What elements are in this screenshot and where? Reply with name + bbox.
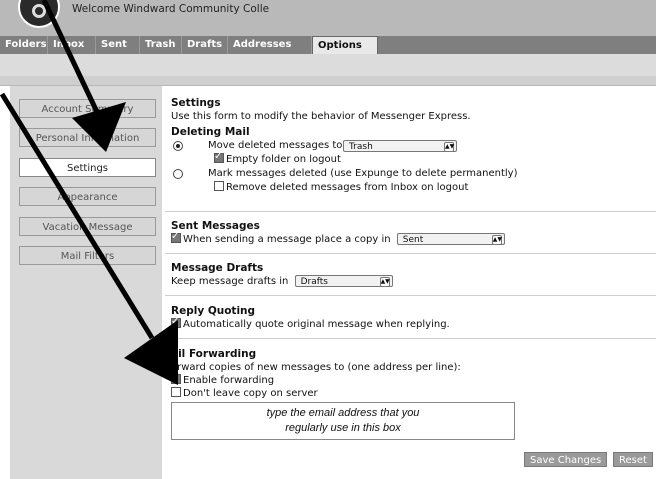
drafts-folder-value: Drafts (300, 277, 328, 287)
forwarding-description: orward copies of new messages to (one ad… (171, 362, 461, 373)
options-sidebar: Account Summary Personal Information Set… (10, 86, 162, 479)
app-header: Welcome Windward Community Colle (0, 0, 656, 36)
dont-leave-copy-checkbox[interactable] (171, 387, 181, 397)
sidebar-item-appearance[interactable]: Appearance (19, 187, 156, 206)
empty-folder-checkbox[interactable] (214, 150, 224, 163)
sent-folder-value: Sent (402, 235, 424, 245)
tab-drafts[interactable]: Drafts (182, 36, 228, 54)
college-logo-icon (18, 0, 60, 28)
reply-quoting-heading: Reply Quoting (171, 305, 256, 317)
settings-description: Use this form to modify the behavior of … (171, 111, 471, 122)
mark-deleted-radio[interactable] (173, 169, 183, 179)
tab-sent[interactable]: Sent (96, 36, 140, 54)
mail-forwarding-heading: ail Forwarding (171, 348, 257, 360)
auto-quote-checkbox[interactable] (171, 315, 181, 328)
auto-quote-label: Automatically quote original message whe… (183, 319, 450, 330)
save-copy-label: When sending a message place a copy in (183, 234, 391, 245)
sidebar-item-personal-information[interactable]: Personal Information (19, 128, 156, 147)
address-hint-line1: type the email address that you (266, 407, 420, 419)
mark-deleted-label: Mark messages deleted (use Expunge to de… (208, 168, 518, 179)
sidebar-item-account-summary[interactable]: Account Summary (19, 99, 156, 118)
select-arrow-icon: ▲▼ (379, 277, 390, 287)
save-changes-button[interactable]: Save Changes (524, 452, 607, 467)
trash-folder-value: Trash (349, 142, 373, 152)
select-arrow-icon: ▲▼ (444, 142, 455, 152)
message-drafts-heading: Message Drafts (171, 262, 264, 274)
sidebar-item-vacation-message[interactable]: Vacation Message (19, 217, 156, 236)
deleting-mail-heading: Deleting Mail (171, 126, 250, 138)
enable-forwarding-label: Enable forwarding (183, 375, 275, 386)
remove-deleted-label: Remove deleted messages from Inbox on lo… (226, 182, 469, 193)
address-hint-line2: regularly use in this box (285, 422, 401, 434)
tab-trash[interactable]: Trash (140, 36, 182, 54)
select-arrow-icon: ▲▼ (491, 235, 502, 245)
remove-deleted-checkbox[interactable] (214, 181, 224, 191)
section-divider (165, 338, 656, 339)
toolbar-strip (0, 54, 656, 76)
enable-forwarding-checkbox[interactable] (171, 371, 181, 384)
save-copy-checkbox[interactable] (171, 230, 181, 243)
tab-options[interactable]: Options (312, 36, 378, 54)
trash-folder-select[interactable]: Trash ▲▼ (343, 140, 457, 152)
sent-messages-heading: Sent Messages (171, 220, 260, 232)
tab-inbox[interactable]: Inbox (48, 36, 96, 54)
settings-heading: Settings (171, 97, 221, 109)
drafts-folder-select[interactable]: Drafts ▲▼ (294, 275, 393, 287)
section-divider (165, 295, 656, 296)
move-deleted-radio[interactable] (173, 141, 183, 151)
main-tabs: Folders Inbox Sent Trash Drafts Addresse… (0, 36, 656, 54)
toolbar-strip-lower (0, 76, 656, 86)
sent-folder-select[interactable]: Sent ▲▼ (396, 233, 505, 245)
section-divider (165, 253, 656, 254)
welcome-title: Welcome Windward Community Colle (72, 3, 270, 15)
move-deleted-label: Move deleted messages to (208, 140, 343, 151)
keep-drafts-label: Keep message drafts in (171, 276, 289, 287)
dont-leave-copy-label: Don't leave copy on server (183, 388, 318, 399)
sidebar-item-mail-filters[interactable]: Mail Filters (19, 246, 156, 265)
empty-folder-label: Empty folder on logout (226, 154, 341, 165)
section-divider (165, 211, 656, 212)
forwarding-address-textarea[interactable]: type the email address that you regularl… (171, 402, 515, 440)
sidebar-item-settings[interactable]: Settings (19, 158, 156, 177)
tab-folders[interactable]: Folders (0, 36, 48, 54)
tab-addresses[interactable]: Addresses (228, 36, 312, 54)
reset-button[interactable]: Reset (613, 452, 653, 467)
